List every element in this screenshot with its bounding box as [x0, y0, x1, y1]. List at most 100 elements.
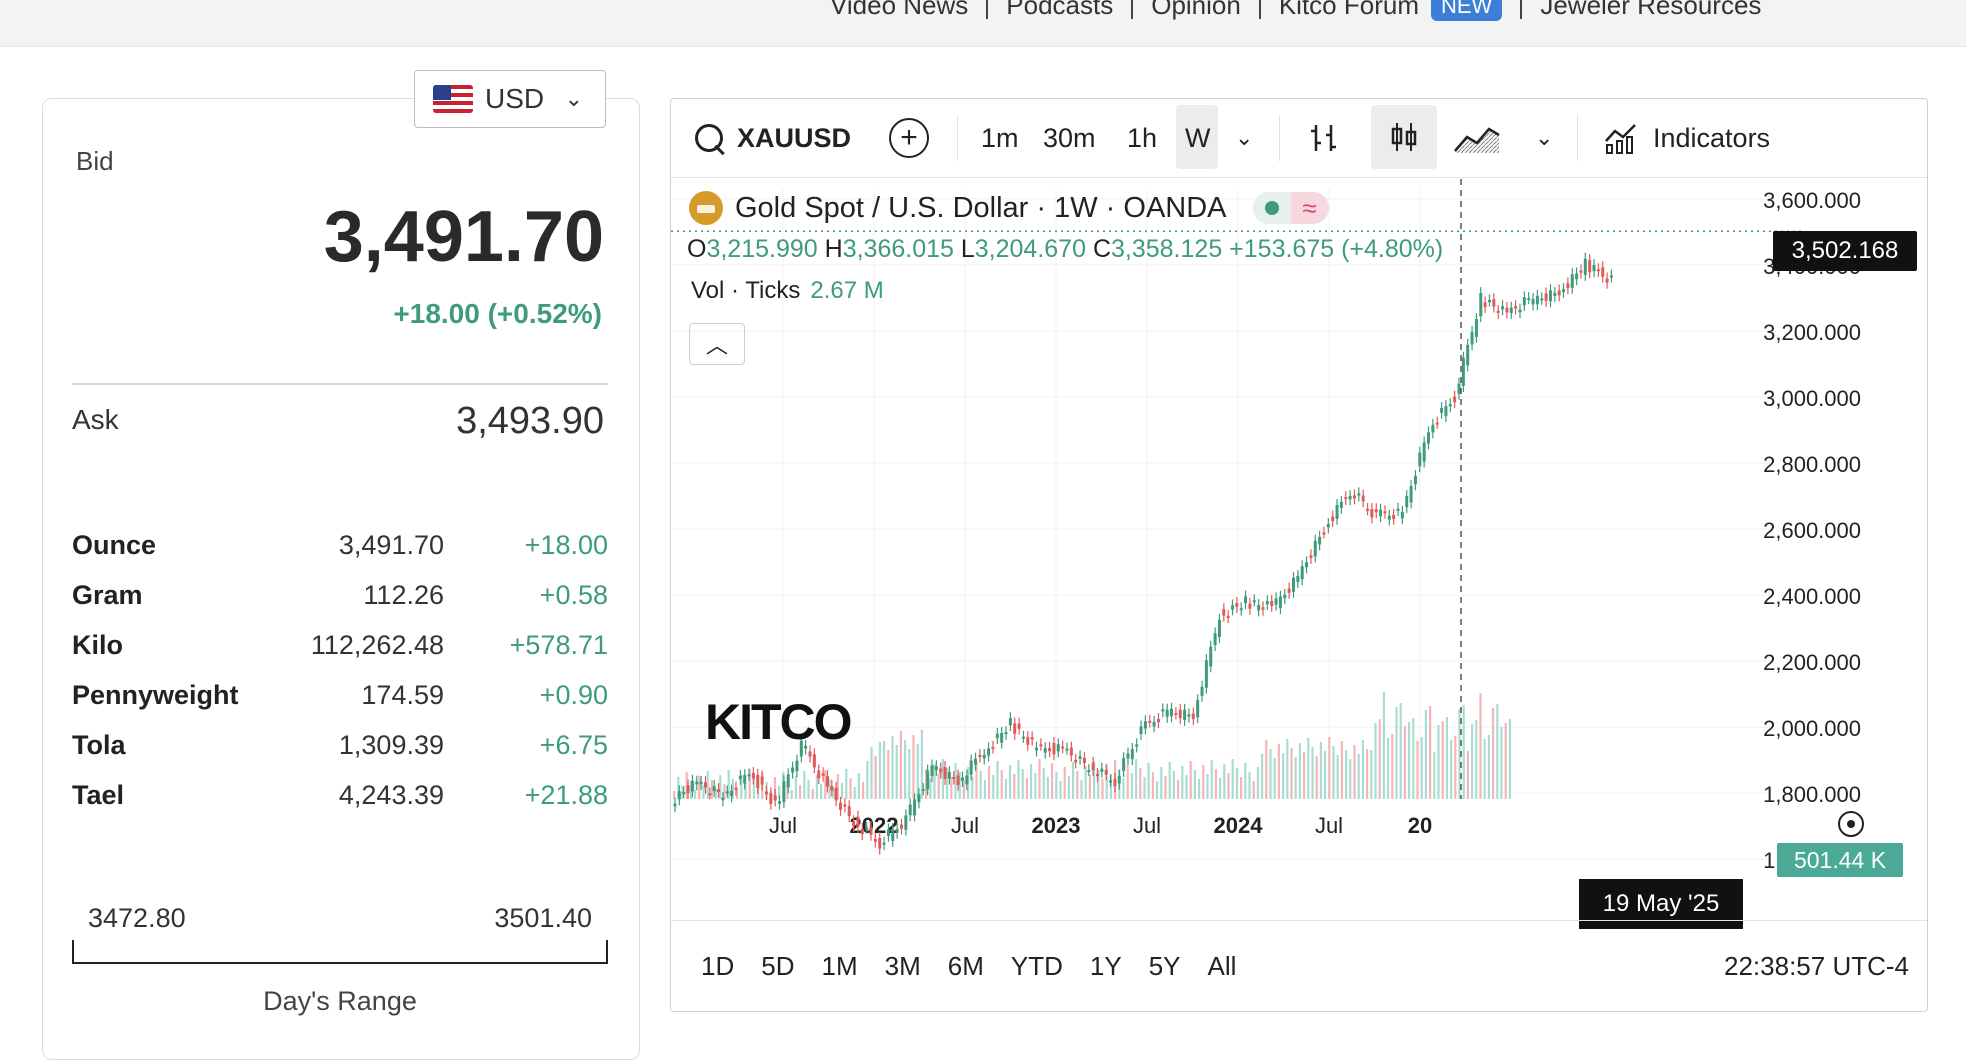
candle-body	[1570, 274, 1574, 288]
volume-bar	[1336, 755, 1339, 799]
range-all[interactable]: All	[1208, 951, 1237, 982]
volume-bar	[874, 756, 877, 799]
volume-bar	[1378, 719, 1381, 799]
currency-select[interactable]: USD ⌄	[414, 70, 606, 128]
volume-bar	[1189, 761, 1192, 799]
interval-1h[interactable]: 1h	[1127, 99, 1157, 177]
nav-podcasts[interactable]: Podcasts	[988, 0, 1131, 21]
c-label: C	[1092, 235, 1111, 263]
interval-30m[interactable]: 30m	[1043, 99, 1096, 177]
candle-body	[699, 781, 703, 785]
volume-bar	[988, 766, 991, 799]
volume-bar	[803, 771, 806, 799]
candle-body	[1444, 406, 1448, 417]
candle-body	[1200, 686, 1204, 696]
candle-body	[1161, 709, 1165, 712]
volume-bar	[1332, 746, 1335, 799]
day-range-label: Day's Range	[263, 986, 417, 1016]
range-1d[interactable]: 1D	[701, 951, 734, 982]
candle-body	[1244, 596, 1248, 604]
interval-chevron-icon[interactable]: ⌄	[1235, 99, 1253, 177]
range-6m[interactable]: 6M	[948, 951, 984, 982]
range-1m[interactable]: 1M	[822, 951, 858, 982]
indicators-button[interactable]: Indicators	[1603, 99, 1770, 177]
candle-body	[1026, 737, 1030, 745]
candle-body	[830, 785, 834, 791]
candle-body	[1152, 721, 1156, 727]
currency-value: USD	[485, 83, 545, 114]
candle-body	[1387, 515, 1391, 520]
candle-body	[1226, 615, 1230, 618]
nav-opinion[interactable]: Opinion	[1133, 0, 1259, 21]
o-label: O	[687, 235, 707, 263]
low-value: 3,204.670	[974, 235, 1086, 263]
range-5d[interactable]: 5D	[761, 951, 794, 982]
candle-body	[908, 804, 912, 816]
unit-name: Tael	[72, 780, 125, 810]
volume-bar	[908, 749, 911, 799]
candle-body	[1291, 577, 1295, 592]
candle-body	[1109, 780, 1113, 783]
candle-body	[978, 754, 982, 757]
chart-clock: 22:38:57 UTC-4	[1724, 951, 1909, 981]
candle-body	[991, 746, 995, 749]
candle-body	[1283, 594, 1287, 599]
candle-body	[1056, 744, 1060, 752]
range-ytd[interactable]: YTD	[1011, 951, 1063, 982]
collapse-legend-button[interactable]: ︿	[689, 323, 745, 365]
volume-bar	[1210, 760, 1213, 799]
symbol-label: XAUUSD	[737, 122, 852, 153]
candle-body	[682, 792, 686, 795]
candle-body	[1440, 407, 1444, 413]
volume-bar	[992, 775, 995, 799]
candle-body	[1392, 514, 1396, 519]
interval-w[interactable]: W	[1185, 99, 1210, 177]
volume-bar	[1122, 778, 1125, 799]
unit-row-tael: Tael 4,243.39 +21.88	[72, 780, 608, 830]
candle-body	[1113, 778, 1117, 787]
volume-bar	[853, 787, 856, 799]
chart-style-chevron-icon[interactable]: ⌄	[1535, 99, 1553, 177]
unit-change: +21.88	[524, 780, 608, 810]
candle-body	[1174, 713, 1178, 716]
candle-body	[812, 754, 816, 768]
volume-bar	[1063, 767, 1066, 799]
candle-body	[878, 838, 882, 849]
candle-body	[847, 806, 851, 817]
candle-body	[1527, 298, 1531, 301]
nav-jeweler-resources[interactable]: Jeweler Resources	[1522, 0, 1779, 21]
symbol-search[interactable]: XAUUSD	[695, 99, 851, 177]
volume-bar	[1382, 692, 1385, 799]
candle-body	[1191, 713, 1195, 720]
indicators-label: Indicators	[1653, 122, 1771, 153]
interval-1m[interactable]: 1m	[981, 99, 1019, 177]
candle-body	[956, 775, 960, 785]
range-3m[interactable]: 3M	[885, 951, 921, 982]
candle-body	[1148, 720, 1152, 723]
candle-body	[1313, 540, 1317, 557]
y-tick-label: 2,000.000	[1763, 716, 1861, 741]
candle-body	[1052, 742, 1056, 755]
range-5y[interactable]: 5Y	[1149, 951, 1181, 982]
candle-body	[778, 801, 782, 804]
unit-name: Pennyweight	[72, 680, 239, 710]
candle-body	[1165, 709, 1169, 717]
volume-bar	[1135, 759, 1138, 799]
volume-bar	[845, 769, 848, 799]
unit-name: Gram	[72, 580, 143, 610]
area-style-icon[interactable]	[1453, 99, 1501, 177]
candles-style-button[interactable]	[1371, 105, 1437, 169]
day-range-low: 3472.80	[88, 903, 186, 933]
nav-kitco-forum[interactable]: Kitco Forum	[1261, 0, 1437, 21]
volume-bar	[1424, 710, 1427, 799]
bar-style-icon[interactable]	[1307, 99, 1341, 177]
range-1y[interactable]: 1Y	[1090, 951, 1122, 982]
candle-body	[1305, 562, 1309, 568]
compare-button[interactable]: +	[889, 99, 929, 177]
nav-video-news[interactable]: Video News	[812, 0, 986, 21]
volume-bar	[1328, 737, 1331, 799]
candle-body	[1170, 708, 1174, 717]
candle-body	[1479, 292, 1483, 317]
volume-bar	[1454, 736, 1457, 799]
toolbar-separator	[1577, 115, 1578, 161]
